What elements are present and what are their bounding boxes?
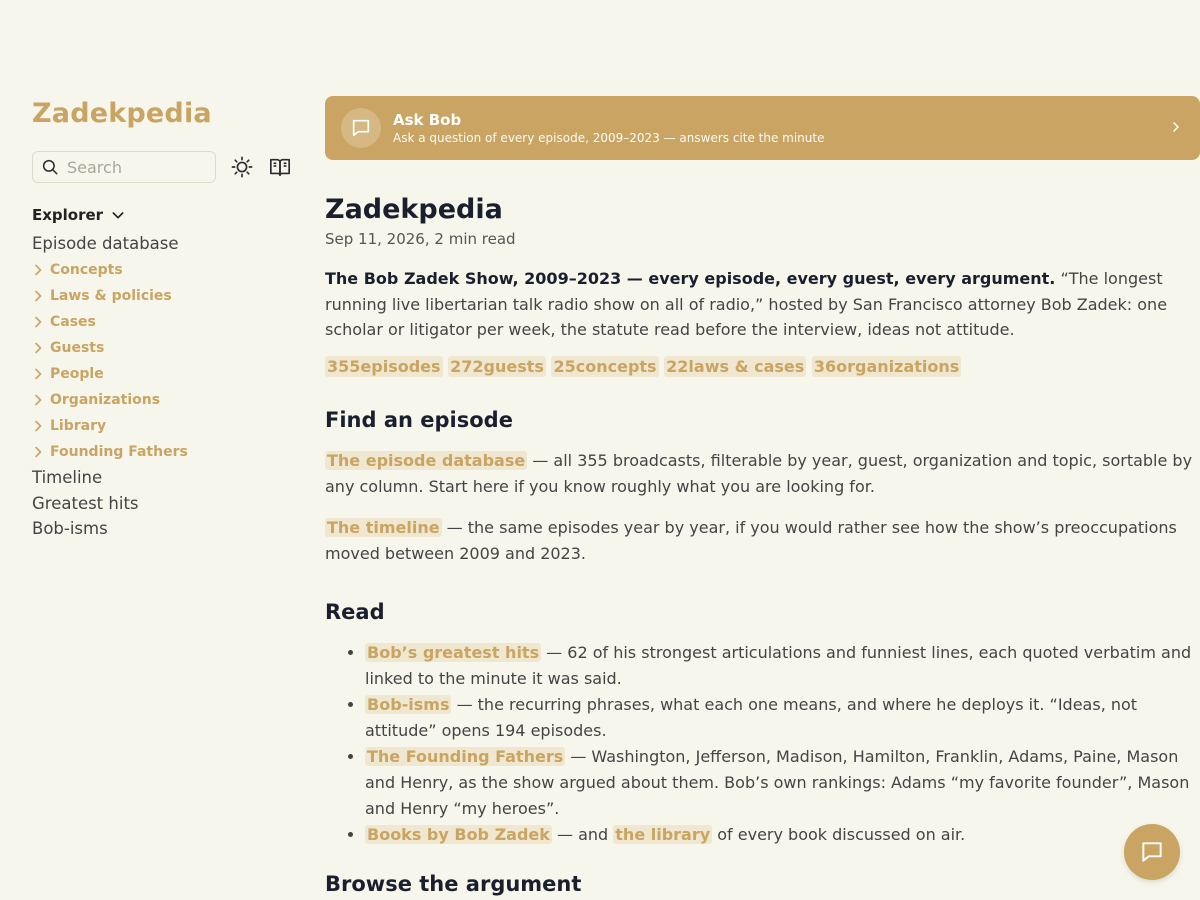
search-icon xyxy=(42,159,58,175)
nav-folder-list: Concepts Laws & policies Cases Guests Pe… xyxy=(32,257,302,465)
nav-folder-concepts[interactable]: Concepts xyxy=(32,257,302,283)
search-row: Search xyxy=(32,151,302,183)
explorer-label: Explorer xyxy=(32,206,104,224)
heading-browse-argument: Browse the argument xyxy=(325,871,582,896)
nav-folder-laws-policies[interactable]: Laws & policies xyxy=(32,283,302,309)
ask-bob-text: Ask Bob Ask a question of every episode,… xyxy=(393,111,824,145)
books-link[interactable]: Books by Bob Zadek xyxy=(365,824,552,844)
theme-toggle-button[interactable] xyxy=(230,155,254,179)
page-meta: Sep 11, 2026, 2 min read xyxy=(325,230,1200,248)
stat-concepts-link[interactable]: 25concepts xyxy=(551,355,659,377)
nav-folder-library[interactable]: Library xyxy=(32,413,302,439)
nav-folder-label: Guests xyxy=(50,340,105,356)
nav-folder-label: Library xyxy=(50,418,107,434)
chat-icon-badge xyxy=(341,108,381,148)
chat-fab-button[interactable] xyxy=(1124,824,1180,880)
explorer-toggle[interactable]: Explorer xyxy=(32,206,302,224)
nav-item-episode-database[interactable]: Episode database xyxy=(32,234,302,253)
sidebar: Zadekpedia Search Explorer Episode datab… xyxy=(32,96,302,542)
heading-read: Read xyxy=(325,599,385,624)
book-icon xyxy=(270,158,290,177)
chevron-right-icon xyxy=(35,368,42,380)
nav-folder-cases[interactable]: Cases xyxy=(32,309,302,335)
chevron-right-icon xyxy=(35,420,42,432)
chevron-right-icon xyxy=(1173,122,1180,132)
nav-folder-people[interactable]: People xyxy=(32,361,302,387)
nav-folder-label: Cases xyxy=(50,314,96,330)
ask-bob-subtitle: Ask a question of every episode, 2009–20… xyxy=(393,131,825,145)
chevron-right-icon xyxy=(35,290,42,302)
stat-episodes-link[interactable]: 355episodes xyxy=(325,355,443,377)
ask-bob-title: Ask Bob xyxy=(393,111,462,129)
nav-folder-organizations[interactable]: Organizations xyxy=(32,387,302,413)
chevron-right-icon xyxy=(35,342,42,354)
nav-item-greatest-hits[interactable]: Greatest hits xyxy=(32,491,302,517)
page-title: Zadekpedia xyxy=(325,194,503,225)
chat-icon xyxy=(352,119,370,137)
timeline-text: — the same episodes year by year, if you… xyxy=(325,517,1177,563)
greatest-hits-link[interactable]: Bob’s greatest hits xyxy=(365,642,542,662)
stat-guests-link[interactable]: 272guests xyxy=(448,355,546,377)
list-item-text: — and xyxy=(551,824,614,844)
chat-icon xyxy=(1142,842,1162,862)
reader-mode-button[interactable] xyxy=(268,155,292,179)
chevron-right-icon xyxy=(35,264,42,276)
search-input[interactable]: Search xyxy=(32,151,216,183)
nav-item-bob-isms[interactable]: Bob-isms xyxy=(32,516,302,542)
stat-organizations-link[interactable]: 36organizations xyxy=(811,355,962,377)
nav-folder-guests[interactable]: Guests xyxy=(32,335,302,361)
list-item: Books by Bob Zadek — and the library of … xyxy=(365,822,1200,848)
heading-find-episode: Find an episode xyxy=(325,407,513,432)
chevron-down-icon xyxy=(112,212,124,219)
bob-isms-link[interactable]: Bob-isms xyxy=(365,694,452,714)
intro-paragraph: The Bob Zadek Show, 2009–2023 — every ep… xyxy=(325,266,1200,343)
nav-folder-label: Laws & policies xyxy=(50,288,172,304)
chevron-right-icon xyxy=(35,446,42,458)
list-item-text: of every book discussed on air. xyxy=(712,824,966,844)
main-content: Zadekpedia Sep 11, 2026, 2 min read The … xyxy=(325,194,1200,896)
timeline-paragraph: The timeline — the same episodes year by… xyxy=(325,515,1200,567)
library-link[interactable]: the library xyxy=(613,824,713,844)
list-item-text: — the recurring phrases, what each one m… xyxy=(365,694,1138,740)
episode-database-paragraph: The episode database — all 355 broadcast… xyxy=(325,448,1200,500)
list-item: Bob’s greatest hits — 62 of his stronges… xyxy=(365,640,1200,692)
stat-laws-cases-link[interactable]: 22laws & cases xyxy=(664,355,807,377)
page-date: Sep 11, 2026, xyxy=(325,230,430,248)
search-placeholder: Search xyxy=(67,157,122,177)
page-read-time: 2 min read xyxy=(434,230,516,248)
stats-row: 355episodes 272guests 25concepts 22laws … xyxy=(325,355,1200,377)
sun-icon xyxy=(231,156,253,178)
nav-folder-founding-fathers[interactable]: Founding Fathers xyxy=(32,439,302,465)
chevron-right-icon xyxy=(35,394,42,406)
founding-fathers-link[interactable]: The Founding Fathers xyxy=(365,746,566,766)
nav-item-timeline[interactable]: Timeline xyxy=(32,465,302,491)
site-title[interactable]: Zadekpedia xyxy=(32,98,302,129)
nav-folder-label: Organizations xyxy=(50,392,161,408)
ask-bob-banner[interactable]: Ask Bob Ask a question of every episode,… xyxy=(325,96,1200,160)
chevron-right-icon xyxy=(35,316,42,328)
episode-database-link[interactable]: The episode database xyxy=(325,450,528,470)
nav-folder-label: Founding Fathers xyxy=(50,444,188,460)
intro-bold: The Bob Zadek Show, 2009–2023 — every ep… xyxy=(325,269,1056,288)
list-item: The Founding Fathers — Washington, Jeffe… xyxy=(365,744,1200,822)
timeline-link[interactable]: The timeline xyxy=(325,517,442,537)
list-item: Bob-isms — the recurring phrases, what e… xyxy=(365,692,1200,744)
read-list: Bob’s greatest hits — 62 of his stronges… xyxy=(325,640,1200,848)
nav-folder-label: People xyxy=(50,366,104,382)
nav-folder-label: Concepts xyxy=(50,262,123,278)
